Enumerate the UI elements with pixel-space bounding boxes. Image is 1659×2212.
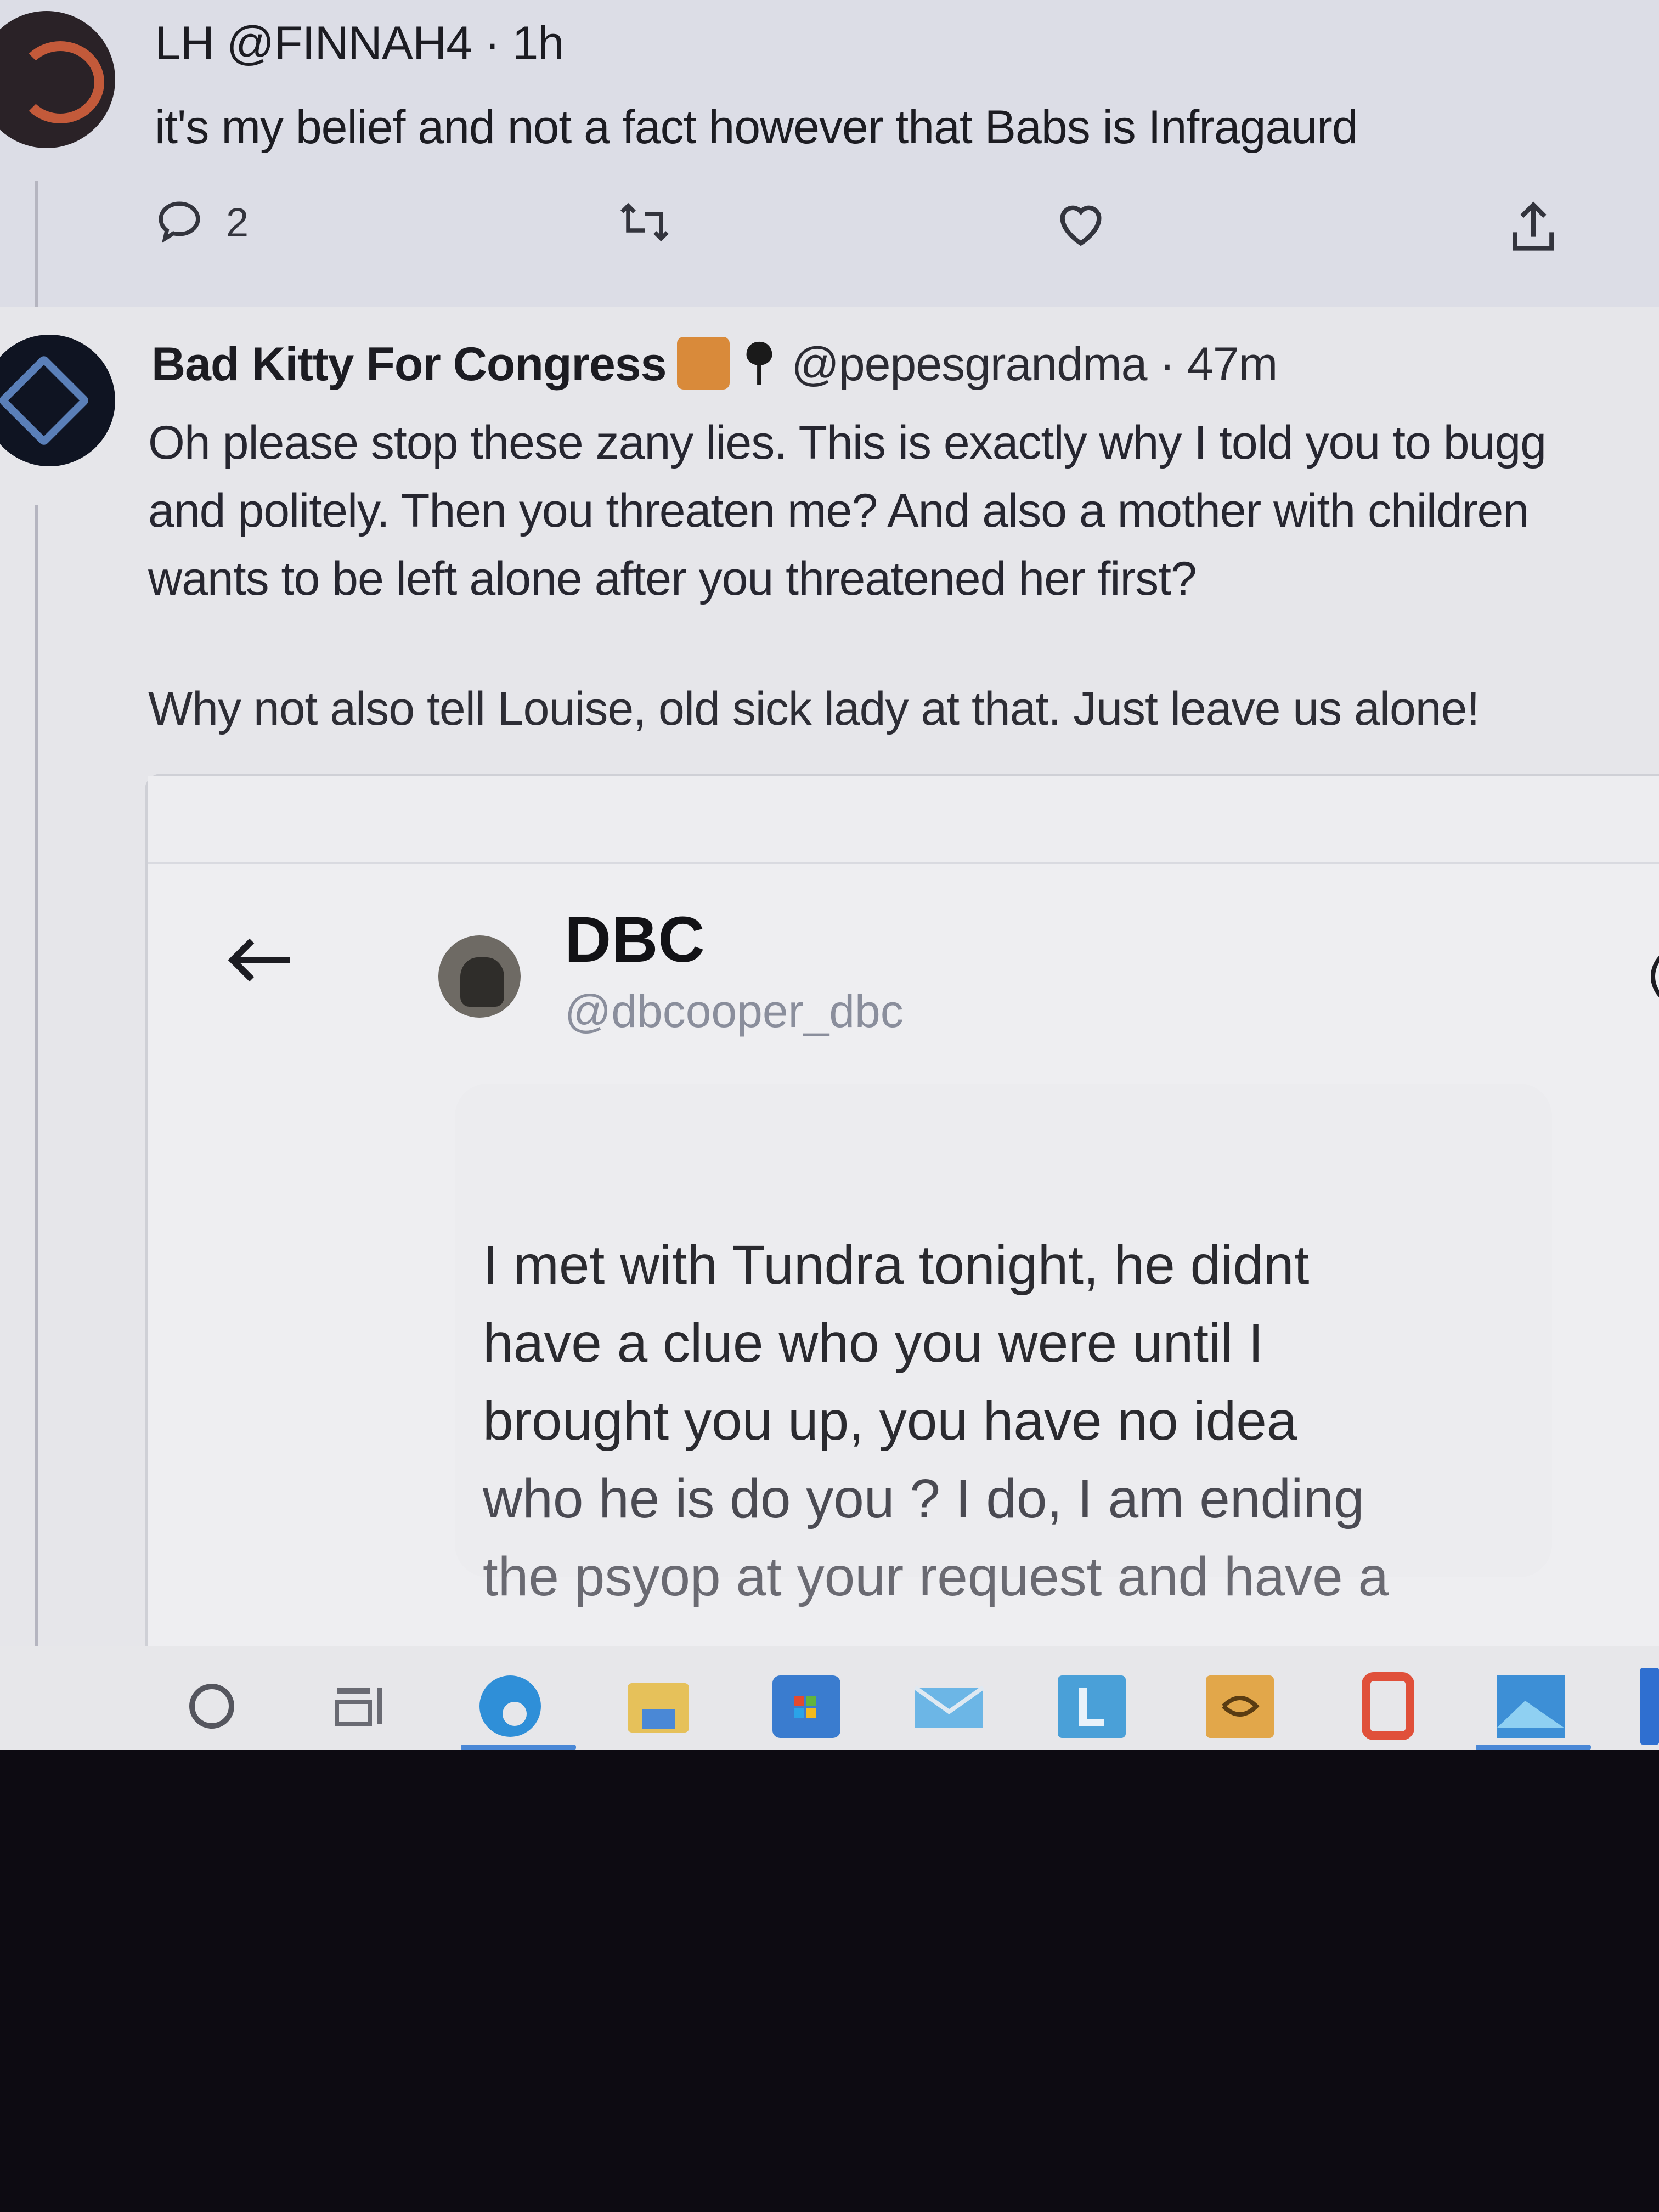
thread-line bbox=[35, 181, 38, 307]
dm-message-text: I met with Tundra tonight, he didnt have… bbox=[483, 1226, 1389, 1616]
file-explorer-icon[interactable] bbox=[620, 1668, 697, 1745]
tweet-header: LH @FINNAH4 · 1h bbox=[155, 16, 564, 71]
author-handle[interactable]: @pepesgrandma bbox=[791, 338, 1147, 391]
active-indicator bbox=[1476, 1745, 1591, 1750]
retweet-icon bbox=[620, 202, 669, 242]
monitor-bezel bbox=[0, 1750, 1659, 2212]
tweet-text: Oh please stop these zany lies. This is … bbox=[148, 409, 1547, 613]
tweet-text-line: Oh please stop these zany lies. This is … bbox=[148, 416, 1547, 469]
tweet-time[interactable]: · 47m bbox=[1159, 338, 1278, 391]
dm-avatar[interactable] bbox=[438, 935, 521, 1018]
task-view-icon[interactable] bbox=[329, 1668, 406, 1745]
taskbar bbox=[0, 1646, 1659, 1750]
app-l-icon[interactable] bbox=[1053, 1668, 1130, 1745]
store-icon[interactable] bbox=[768, 1668, 845, 1745]
like-button[interactable] bbox=[1053, 198, 1108, 252]
tweet-time[interactable]: · 1h bbox=[484, 17, 564, 70]
active-indicator bbox=[461, 1745, 576, 1750]
dm-message-line: have a clue who you were until I bbox=[483, 1312, 1264, 1374]
info-icon[interactable] bbox=[1651, 946, 1659, 1007]
tweet-text-line: and politely. Then you threaten me? And … bbox=[148, 484, 1529, 537]
author-handle[interactable]: @FINNAH4 bbox=[227, 17, 472, 70]
tweet-text-paragraph: Why not also tell Louise, old sick lady … bbox=[148, 682, 1480, 735]
tweet-lh[interactable]: LH @FINNAH4 · 1h it's my belief and not … bbox=[0, 0, 1659, 307]
share-button[interactable] bbox=[1506, 198, 1561, 258]
start-icon[interactable] bbox=[181, 1668, 258, 1745]
dm-header: DBC @dbcooper_dbc bbox=[148, 875, 1659, 1040]
share-icon bbox=[1513, 201, 1554, 251]
rose-emoji-icon bbox=[746, 342, 772, 385]
mail-icon[interactable] bbox=[911, 1668, 988, 1745]
dm-message-line: who he is do you ? I do, I am ending bbox=[483, 1468, 1364, 1530]
author-name[interactable]: LH bbox=[155, 17, 215, 70]
photos-icon[interactable] bbox=[1492, 1668, 1569, 1745]
screen: LH @FINNAH4 · 1h it's my belief and not … bbox=[0, 0, 1659, 1750]
app-yellow-icon[interactable] bbox=[1201, 1668, 1278, 1745]
retweet-button[interactable] bbox=[614, 198, 675, 247]
reply-button[interactable]: 2 bbox=[155, 198, 249, 247]
dm-name: DBC bbox=[565, 904, 705, 976]
reply-icon bbox=[159, 201, 200, 244]
edge-icon[interactable] bbox=[472, 1668, 549, 1745]
thread-line bbox=[35, 505, 38, 1750]
dm-message-line: the psyop at your request and have a bbox=[483, 1546, 1389, 1607]
office-icon[interactable] bbox=[1350, 1668, 1426, 1745]
overflow-app-icon[interactable] bbox=[1640, 1668, 1659, 1745]
reply-count: 2 bbox=[226, 199, 249, 245]
tweet-header: Bad Kitty For Congress @pepesgrandma · 47… bbox=[151, 337, 1278, 394]
avatar[interactable] bbox=[0, 11, 115, 148]
cat-emoji-icon bbox=[677, 337, 730, 390]
tweet-text: it's my belief and not a fact however th… bbox=[155, 101, 1358, 154]
dm-handle: @dbcooper_dbc bbox=[565, 985, 904, 1037]
author-name[interactable]: Bad Kitty For Congress bbox=[151, 338, 667, 391]
embed-top-bar bbox=[148, 776, 1659, 864]
heart-icon bbox=[1060, 205, 1102, 246]
back-arrow-icon[interactable] bbox=[224, 935, 296, 985]
tweet-text-line: wants to be left alone after you threate… bbox=[148, 552, 1197, 605]
dm-message-line: I met with Tundra tonight, he didnt bbox=[483, 1234, 1310, 1296]
dm-message-line: brought you up, you have no idea bbox=[483, 1390, 1297, 1452]
